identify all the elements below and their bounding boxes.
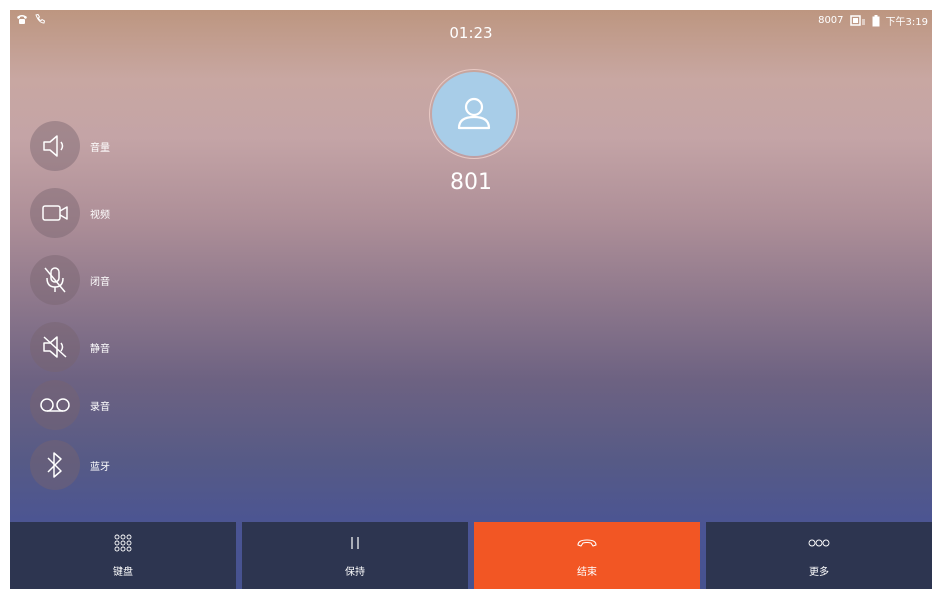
voicemail-icon bbox=[40, 398, 70, 412]
bluetooth-button[interactable] bbox=[30, 440, 80, 490]
video-label: 视频 bbox=[90, 209, 110, 221]
video-button[interactable] bbox=[30, 188, 80, 238]
keypad-button[interactable]: 键盘 bbox=[10, 522, 236, 589]
record-label: 录音 bbox=[90, 401, 110, 413]
avatar bbox=[432, 72, 516, 156]
mic-mute-button[interactable] bbox=[30, 255, 80, 305]
volume-label: 音量 bbox=[90, 142, 110, 154]
bluetooth-icon bbox=[47, 452, 62, 478]
speaker-mute-control[interactable]: 静音 bbox=[30, 322, 110, 372]
user-icon bbox=[457, 97, 491, 130]
video-icon bbox=[42, 205, 68, 221]
hold-button[interactable]: 保持 bbox=[242, 522, 468, 589]
speaker-mute-icon bbox=[43, 336, 67, 358]
volume-button[interactable] bbox=[30, 121, 80, 171]
more-button[interactable]: 更多 bbox=[706, 522, 932, 589]
end-call-label: 结束 bbox=[577, 567, 597, 578]
bottom-action-bar: 键盘 保持 结束 更多 bbox=[10, 522, 932, 589]
mic-off-icon bbox=[44, 267, 66, 293]
bluetooth-label: 蓝牙 bbox=[90, 461, 110, 473]
more-label: 更多 bbox=[809, 567, 829, 578]
volume-icon bbox=[43, 135, 64, 157]
caller-number: 801 bbox=[450, 170, 492, 195]
keypad-label: 键盘 bbox=[113, 567, 133, 578]
mic-mute-label: 闭音 bbox=[90, 276, 110, 288]
hangup-icon bbox=[577, 539, 597, 547]
call-duration: 01:23 bbox=[449, 24, 493, 42]
pause-icon bbox=[351, 537, 359, 549]
keypad-icon bbox=[114, 534, 132, 552]
end-call-button[interactable]: 结束 bbox=[474, 522, 700, 589]
hold-label: 保持 bbox=[345, 567, 365, 578]
call-screen: 8007 下午3:19 01:23 801 音量 视频 闭音 静音 录音 蓝牙 … bbox=[10, 10, 932, 589]
mic-mute-control[interactable]: 闭音 bbox=[30, 255, 110, 305]
avatar-ring bbox=[429, 69, 519, 159]
speaker-mute-label: 静音 bbox=[90, 343, 110, 355]
more-icon bbox=[808, 539, 830, 547]
record-button[interactable] bbox=[30, 380, 80, 430]
speaker-mute-button[interactable] bbox=[30, 322, 80, 372]
bluetooth-control[interactable]: 蓝牙 bbox=[30, 440, 110, 490]
volume-control[interactable]: 音量 bbox=[30, 121, 110, 171]
record-control[interactable]: 录音 bbox=[30, 380, 110, 430]
video-control[interactable]: 视频 bbox=[30, 188, 110, 238]
